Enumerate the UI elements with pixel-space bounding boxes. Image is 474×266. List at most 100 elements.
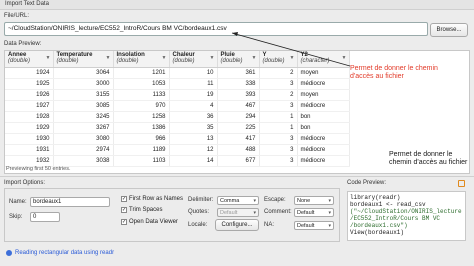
quotes-select[interactable]: Default ▾ bbox=[217, 208, 259, 217]
column-type: (double) bbox=[220, 58, 243, 64]
chevron-down-icon[interactable]: ▼ bbox=[46, 55, 51, 61]
table-cell: 966 bbox=[113, 133, 170, 145]
comment-select[interactable]: Default ▾ bbox=[294, 208, 334, 217]
chevron-down-icon: ▾ bbox=[328, 210, 331, 216]
chevron-down-icon: ▾ bbox=[253, 210, 256, 216]
table-cell: médiocre bbox=[297, 144, 350, 156]
trim-spaces-checkbox[interactable]: ✓ Trim Spaces bbox=[121, 207, 162, 213]
column-type: (double) bbox=[116, 58, 139, 64]
table-row: 1929 3267 1386 35 225 1 bon bbox=[5, 122, 350, 134]
annotation-red: Permet de donner le chemin d'accès au fi… bbox=[350, 65, 438, 80]
table-cell: 14 bbox=[169, 155, 218, 167]
table-cell: 1930 bbox=[5, 133, 54, 145]
table-cell: 1 bbox=[259, 122, 298, 134]
open-viewer-checkbox[interactable]: ✓ Open Data Viewer bbox=[121, 219, 178, 225]
table-cell: 13 bbox=[169, 133, 218, 145]
table-cell: 3038 bbox=[53, 155, 114, 167]
skip-input[interactable]: 0 bbox=[30, 212, 60, 222]
table-cell: 1201 bbox=[113, 67, 170, 79]
chevron-down-icon: ▾ bbox=[328, 223, 331, 229]
table-cell: 3 bbox=[259, 144, 298, 156]
code-line: /EC552_IntroR/Cours BM VC bbox=[350, 215, 441, 222]
na-select[interactable]: Default ▾ bbox=[294, 221, 334, 230]
url-input[interactable]: ~/CloudStation/ONIRIS_lecture/EC552_Intr… bbox=[4, 22, 428, 36]
chevron-down-icon[interactable]: ▼ bbox=[162, 55, 167, 61]
first-row-checkbox[interactable]: ✓ First Row as Names bbox=[121, 196, 183, 202]
table-cell: 393 bbox=[217, 89, 260, 101]
select-value: Default bbox=[297, 223, 315, 229]
table-row: 1926 3155 1133 19 393 2 moyen bbox=[5, 89, 350, 101]
configure-button[interactable]: Configure... bbox=[215, 219, 259, 231]
browse-button[interactable]: Browse... bbox=[430, 23, 468, 37]
delimiter-label: Delimiter: bbox=[188, 197, 214, 203]
table-cell: 488 bbox=[217, 144, 260, 156]
table-cell: 3080 bbox=[53, 133, 114, 145]
table-cell: 417 bbox=[217, 133, 260, 145]
table-cell: moyen bbox=[297, 67, 350, 79]
chevron-down-icon[interactable]: ▼ bbox=[342, 55, 347, 61]
column-type: (double) bbox=[172, 58, 195, 64]
quotes-label: Quotes: bbox=[188, 209, 210, 215]
table-row: 1930 3080 966 13 417 3 médiocre bbox=[5, 133, 350, 145]
table-cell: 1932 bbox=[5, 155, 54, 167]
table-cell: moyen bbox=[297, 89, 350, 101]
table-row: 1931 2974 1189 12 488 3 médiocre bbox=[5, 144, 350, 156]
help-link[interactable]: Reading rectangular data using readr bbox=[6, 250, 114, 256]
chevron-down-icon[interactable]: ▼ bbox=[210, 55, 215, 61]
column-header[interactable]: Y (double) ▼ bbox=[259, 51, 298, 68]
chevron-down-icon[interactable]: ▼ bbox=[106, 55, 111, 61]
table-cell: 2 bbox=[259, 89, 298, 101]
skip-label: Skip: bbox=[9, 214, 23, 220]
column-header[interactable]: Temperature (double) ▼ bbox=[53, 51, 114, 68]
column-header[interactable]: Chaleur (double) ▼ bbox=[169, 51, 218, 68]
code-line: library(readr) bbox=[350, 194, 401, 201]
column-header[interactable]: Insolation (double) ▼ bbox=[113, 51, 170, 68]
table-cell: 1928 bbox=[5, 111, 54, 123]
code-preview-label: Code Preview: bbox=[347, 180, 387, 186]
table-cell: bon bbox=[297, 122, 350, 134]
table-cell: 3 bbox=[259, 155, 298, 167]
table-cell: 11 bbox=[169, 78, 218, 90]
select-value: Default bbox=[297, 210, 315, 216]
table-cell: 10 bbox=[169, 67, 218, 79]
select-value: None bbox=[297, 198, 311, 204]
code-preview[interactable]: library(readr) bordeaux1 <- read_csv ("~… bbox=[347, 191, 466, 241]
chevron-down-icon[interactable]: ▼ bbox=[290, 55, 295, 61]
name-input[interactable]: bordeaux1 bbox=[30, 197, 110, 207]
table-cell: 338 bbox=[217, 78, 260, 90]
column-type: (double) bbox=[56, 58, 79, 64]
column-header[interactable]: Y2 (character) ▼ bbox=[297, 51, 350, 68]
table-cell: 3155 bbox=[53, 89, 114, 101]
table-cell: 3 bbox=[259, 100, 298, 112]
table-cell: médiocre bbox=[297, 100, 350, 112]
table-cell: 1258 bbox=[113, 111, 170, 123]
checkbox-label: Trim Spaces bbox=[129, 207, 163, 213]
locale-label: Locale: bbox=[188, 222, 208, 228]
copy-icon[interactable] bbox=[458, 180, 465, 187]
table-cell: médiocre bbox=[297, 78, 350, 90]
preview-footer: Previewing first 50 entries. bbox=[6, 166, 71, 172]
table-cell: 970 bbox=[113, 100, 170, 112]
title-bar: Import Text Data bbox=[0, 0, 474, 10]
chevron-down-icon[interactable]: ▼ bbox=[252, 55, 257, 61]
delimiter-select[interactable]: Comma ▾ bbox=[217, 196, 259, 205]
table-cell: 3 bbox=[259, 78, 298, 90]
checkmark-icon: ✓ bbox=[121, 219, 127, 225]
table-cell: 12 bbox=[169, 144, 218, 156]
column-header[interactable]: Pluie (double) ▼ bbox=[217, 51, 260, 68]
window-title: Import Text Data bbox=[5, 1, 49, 7]
table-cell: 1189 bbox=[113, 144, 170, 156]
table-cell: 1053 bbox=[113, 78, 170, 90]
column-header[interactable]: Annee (double) ▼ bbox=[5, 51, 54, 68]
data-preview-label: Data Preview: bbox=[4, 41, 42, 47]
table-cell: 3267 bbox=[53, 122, 114, 134]
table-cell: 1927 bbox=[5, 100, 54, 112]
checkbox-label: Open Data Viewer bbox=[129, 219, 178, 225]
help-link-text: Reading rectangular data using readr bbox=[15, 250, 115, 256]
url-label: File/URL: bbox=[4, 13, 30, 19]
escape-select[interactable]: None ▾ bbox=[294, 196, 334, 205]
table-cell: 3085 bbox=[53, 100, 114, 112]
table-cell: 3 bbox=[259, 133, 298, 145]
table-cell: 1926 bbox=[5, 89, 54, 101]
chevron-down-icon: ▾ bbox=[328, 198, 331, 204]
